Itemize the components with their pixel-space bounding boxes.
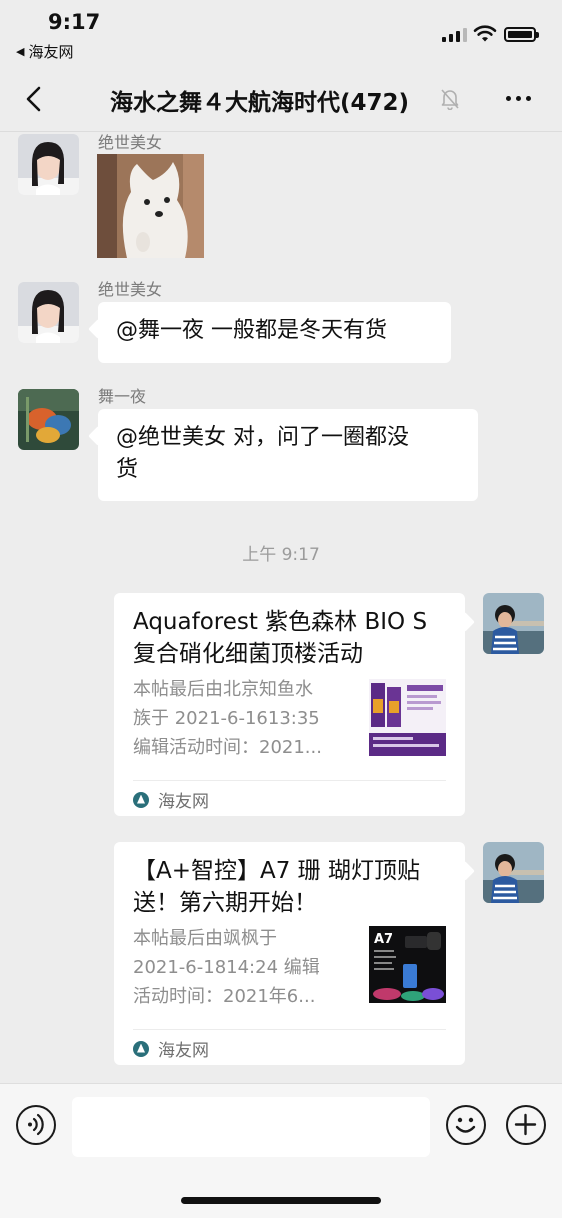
chat-header: 海水之舞４大航海时代(472) xyxy=(0,70,562,132)
text-message-bubble[interactable]: @舞一夜 一般都是冬天有货 xyxy=(98,302,451,363)
thumb-label: A7 xyxy=(374,932,393,947)
wifi-icon xyxy=(473,25,497,42)
sender-name: 绝世美女 xyxy=(98,133,163,152)
card-description: 本帖最后由北京知鱼水 族于 2021-6-1613:35 编辑活动时间：2021… xyxy=(133,679,322,758)
card-divider xyxy=(133,780,446,781)
more-dots-icon[interactable] xyxy=(506,96,531,101)
voice-icon[interactable] xyxy=(16,1105,56,1145)
card-thumbnail xyxy=(369,679,446,756)
card-title: Aquaforest 紫色森林 BIO S 复合硝化细菌顶楼活动 xyxy=(133,609,428,667)
emoji-icon[interactable] xyxy=(446,1105,486,1145)
card-divider xyxy=(133,1029,446,1030)
group-chat-title: 海水之舞４大航海时代(472) xyxy=(110,90,410,116)
status-bar: 9:17 ◀ 海友网 xyxy=(0,0,562,70)
card-description: 本帖最后由飒枫于 2021-6-1814:24 编辑 活动时间：2021年6..… xyxy=(133,928,320,1007)
message-text: @舞一夜 一般都是冬天有货 xyxy=(116,318,387,343)
avatar-self[interactable] xyxy=(483,842,544,903)
card-source: 海友网 xyxy=(133,1036,209,1061)
card-source-label: 海友网 xyxy=(158,792,209,812)
status-time: 9:17 xyxy=(48,10,101,34)
link-card[interactable]: 【A+智控】A7 珊 瑚灯顶贴 送！第六期开始！ 本帖最后由飒枫于 2021-6… xyxy=(114,842,465,1065)
plus-icon[interactable] xyxy=(506,1105,546,1145)
avatar-self[interactable] xyxy=(483,593,544,654)
sender-name: 舞一夜 xyxy=(98,387,147,406)
link-card[interactable]: Aquaforest 紫色森林 BIO S 复合硝化细菌顶楼活动 本帖最后由北京… xyxy=(114,593,465,816)
avatar-juesimeinv[interactable] xyxy=(18,282,79,343)
message-timestamp: 上午 9:17 xyxy=(242,545,320,565)
image-message[interactable] xyxy=(97,154,204,258)
back-triangle-icon: ◀ xyxy=(16,45,25,58)
card-source: 海友网 xyxy=(133,787,209,812)
message-text-line: 货 xyxy=(116,457,139,482)
avatar-wuyiye[interactable] xyxy=(18,389,79,450)
haiyou-logo-icon xyxy=(133,791,149,808)
return-to-app-link[interactable]: ◀ 海友网 xyxy=(16,41,73,62)
sender-name: 绝世美女 xyxy=(98,280,163,299)
avatar-juesimeinv[interactable] xyxy=(18,134,79,195)
message-input[interactable] xyxy=(72,1097,430,1157)
return-app-label: 海友网 xyxy=(28,43,74,61)
message-list[interactable]: 绝世美女 绝世美女 @舞一夜 一般都是冬天有货 舞一夜 @绝世美女 对，问了一圈… xyxy=(0,133,562,1083)
home-indicator[interactable] xyxy=(181,1197,381,1204)
bell-slash-icon xyxy=(441,89,459,110)
battery-icon xyxy=(504,27,539,42)
message-text-line: @绝世美女 对，问了一圈都没 xyxy=(116,425,409,450)
chevron-left-icon[interactable] xyxy=(20,84,50,114)
card-source-label: 海友网 xyxy=(158,1041,209,1061)
card-thumbnail: A7 xyxy=(369,926,446,1003)
haiyou-logo-icon xyxy=(133,1040,149,1057)
card-title: 【A+智控】A7 珊 瑚灯顶贴 送！第六期开始！ xyxy=(133,858,420,916)
text-message-bubble[interactable]: @绝世美女 对，问了一圈都没 货 xyxy=(98,409,478,501)
cellular-signal-icon xyxy=(442,28,467,42)
